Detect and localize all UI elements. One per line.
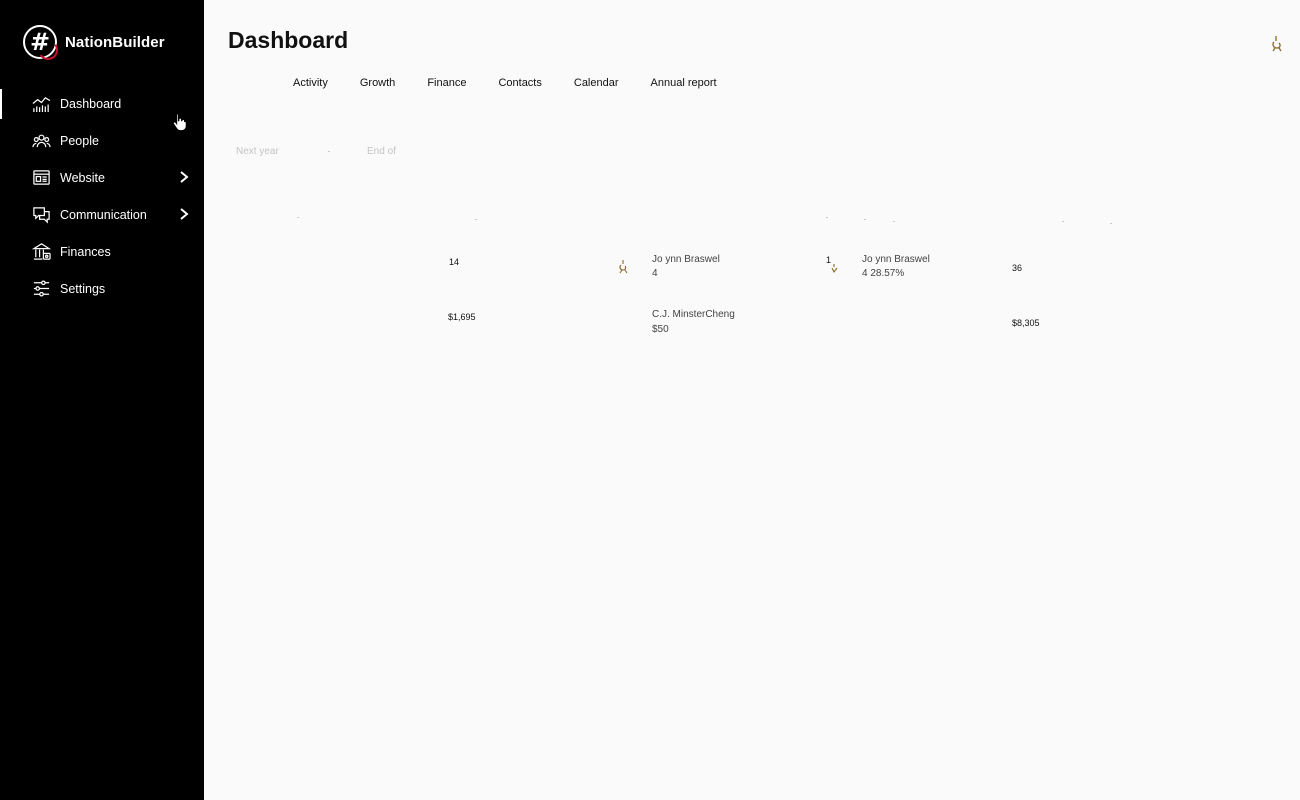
column-header-mark xyxy=(826,217,828,218)
sidebar-item-settings[interactable]: Settings xyxy=(0,270,204,307)
stat-value: $8,305 xyxy=(1012,318,1040,328)
second-contact-name[interactable]: Jo ynn Braswel xyxy=(862,253,930,267)
chat-icon xyxy=(31,205,51,225)
logo-glyph: # xyxy=(29,28,51,56)
tab-calendar[interactable]: Calendar xyxy=(558,76,635,90)
logo-icon: # xyxy=(23,25,57,59)
top-donor-name[interactable]: C.J. MinsterCheng xyxy=(652,308,735,322)
dashboard-tabs: Activity Growth Finance Contacts Calenda… xyxy=(277,76,733,90)
tab-contacts[interactable]: Contacts xyxy=(482,76,557,90)
column-header-mark xyxy=(475,219,477,220)
sidebar-item-label: Dashboard xyxy=(60,96,122,111)
loading-spinner-icon xyxy=(1272,36,1282,52)
stat-value: 36 xyxy=(1012,263,1023,273)
end-date-filter[interactable]: End of xyxy=(367,146,396,157)
loading-spinner-icon xyxy=(619,260,628,274)
sidebar-item-communication[interactable]: Communication xyxy=(0,196,204,233)
tab-activity[interactable]: Activity xyxy=(277,76,344,90)
sidebar-item-label: Finances xyxy=(60,244,111,259)
brand[interactable]: # NationBuilder xyxy=(23,25,165,59)
sidebar-item-label: Settings xyxy=(60,281,106,296)
sidebar-item-website[interactable]: Website xyxy=(0,159,204,196)
top-contact-name[interactable]: Jo ynn Braswel xyxy=(652,253,720,267)
stat-value: $1,695 xyxy=(448,312,476,322)
loading-spinner-icon xyxy=(831,264,838,274)
sidebar-item-label: People xyxy=(60,133,99,148)
column-header-mark xyxy=(1110,223,1112,224)
tab-finance[interactable]: Finance xyxy=(411,76,482,90)
brand-name: NationBuilder xyxy=(65,33,165,51)
sidebar-item-label: Website xyxy=(60,170,105,185)
filter-separator xyxy=(328,151,330,152)
chevron-right-icon[interactable] xyxy=(178,207,190,221)
column-header-mark xyxy=(893,221,895,222)
second-contact-detail: 4 28.57% xyxy=(862,268,905,279)
sidebar-item-finances[interactable]: Finances xyxy=(0,233,204,270)
page-title: Dashboard xyxy=(228,27,349,53)
tab-annual-report[interactable]: Annual report xyxy=(635,76,733,90)
start-date-filter[interactable]: Next year xyxy=(236,146,279,157)
hand-cursor-icon xyxy=(172,113,187,132)
column-header-mark xyxy=(297,217,299,218)
sidebar: # NationBuilder Dashboard People Website xyxy=(0,0,204,800)
website-icon xyxy=(31,168,51,188)
top-donor-amount: $50 xyxy=(652,324,669,335)
sidebar-item-label: Communication xyxy=(60,207,147,222)
column-header-mark xyxy=(864,219,866,220)
top-contact-count: 4 xyxy=(652,268,658,279)
tab-growth[interactable]: Growth xyxy=(344,76,411,90)
sliders-icon xyxy=(31,279,51,299)
chart-icon xyxy=(31,94,51,114)
column-header-mark xyxy=(1062,221,1064,222)
people-icon xyxy=(31,131,51,151)
bank-icon xyxy=(31,242,51,262)
stat-value: 14 xyxy=(449,257,460,267)
chevron-right-icon[interactable] xyxy=(178,170,190,184)
